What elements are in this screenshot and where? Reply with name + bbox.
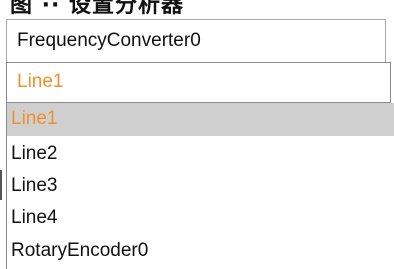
cropped-caption: 图 ·· 设置分析器: [0, 0, 394, 16]
combobox-selected-value: Line1: [17, 71, 64, 92]
line-select-combobox[interactable]: Line1: [6, 62, 391, 103]
dropdown-item-label: Line3: [11, 175, 58, 196]
dropdown-item-label: Line2: [11, 143, 58, 164]
dropdown-item-line1[interactable]: Line1: [7, 103, 394, 136]
cursor-edge-mark: [0, 170, 2, 200]
dropdown-item-rotary-encoder0[interactable]: RotaryEncoder0: [7, 235, 394, 268]
dropdown-item-line3[interactable]: Line3: [7, 170, 394, 203]
dropdown-item-label: Line1: [11, 108, 58, 129]
dropdown-item-label: RotaryEncoder0: [11, 240, 149, 261]
dropdown-item-line2[interactable]: Line2: [7, 138, 394, 171]
property-header-row: FrequencyConverter0: [6, 19, 386, 63]
dropdown-item-line4[interactable]: Line4: [7, 202, 394, 235]
property-header-label: FrequencyConverter0: [17, 30, 201, 51]
cropped-caption-text: 图 ·· 设置分析器: [10, 0, 185, 16]
dropdown-list[interactable]: Line1 Line2 Line3 Line4 RotaryEncoder0: [6, 103, 394, 269]
dropdown-item-label: Line4: [11, 207, 58, 228]
